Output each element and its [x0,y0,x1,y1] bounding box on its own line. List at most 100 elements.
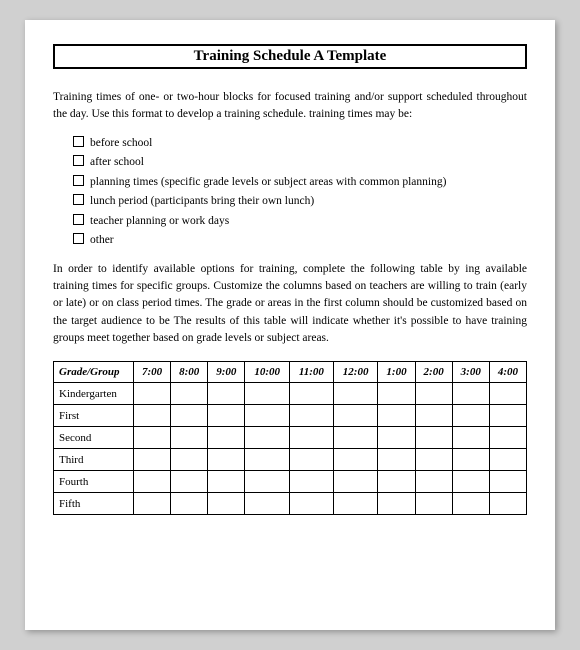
schedule-cell [208,471,245,493]
checklist-item: other [73,231,527,251]
schedule-cell [171,471,208,493]
grade-label-cell: Second [54,427,134,449]
schedule-cell [415,449,452,471]
schedule-cell [171,427,208,449]
table-header-cell: 12:00 [333,362,378,383]
schedule-cell [208,493,245,515]
checkbox-icon [73,155,84,166]
table-header: Grade/Group7:008:009:0010:0011:0012:001:… [54,362,527,383]
schedule-cell [378,449,415,471]
checklist-item: after school [73,153,527,173]
checklist-item: planning times (specific grade levels or… [73,173,527,193]
table-header-cell: 3:00 [452,362,489,383]
schedule-cell [415,471,452,493]
schedule-cell [415,427,452,449]
table-row: Fourth [54,471,527,493]
schedule-cell [171,405,208,427]
schedule-cell [134,427,171,449]
checklist-item-label: after school [90,153,144,173]
table-header-cell: 8:00 [171,362,208,383]
table-row: Fifth [54,493,527,515]
table-body: KindergartenFirstSecondThirdFourthFifth [54,383,527,515]
schedule-cell [333,405,378,427]
table-header-cell: 9:00 [208,362,245,383]
schedule-cell [378,383,415,405]
schedule-cell [378,405,415,427]
checklist-item-label: lunch period (participants bring their o… [90,192,314,212]
table-row: First [54,405,527,427]
schedule-cell [290,405,334,427]
schedule-cell [378,427,415,449]
schedule-cell [489,405,526,427]
schedule-cell [134,471,171,493]
schedule-cell [171,449,208,471]
checkbox-icon [73,214,84,225]
schedule-cell [489,449,526,471]
schedule-cell [171,383,208,405]
schedule-cell [378,471,415,493]
schedule-cell [333,449,378,471]
schedule-cell [452,471,489,493]
schedule-cell [378,493,415,515]
schedule-cell [245,449,290,471]
schedule-cell [134,493,171,515]
document-page: Training Schedule A Template Training ti… [25,20,555,630]
table-header-cell: 11:00 [290,362,334,383]
checkbox-icon [73,175,84,186]
schedule-cell [333,427,378,449]
intro-text: Training times of one- or two-hour block… [53,89,527,124]
schedule-cell [134,383,171,405]
schedule-cell [245,471,290,493]
checkbox-icon [73,194,84,205]
checklist-item: before school [73,134,527,154]
schedule-cell [134,449,171,471]
schedule-cell [290,449,334,471]
document-title: Training Schedule A Template [53,44,527,69]
schedule-cell [290,427,334,449]
checklist-item: lunch period (participants bring their o… [73,192,527,212]
schedule-cell [245,405,290,427]
schedule-cell [452,427,489,449]
schedule-cell [452,383,489,405]
table-header-cell: 4:00 [489,362,526,383]
schedule-cell [415,383,452,405]
schedule-cell [245,383,290,405]
title-section: Training Schedule A Template [53,44,527,79]
schedule-cell [489,493,526,515]
schedule-cell [489,427,526,449]
schedule-cell [171,493,208,515]
schedule-cell [333,493,378,515]
checklist-item-label: planning times (specific grade levels or… [90,173,446,193]
schedule-cell [245,427,290,449]
schedule-cell [452,449,489,471]
schedule-cell [333,383,378,405]
checklist-item-label: other [90,231,114,251]
table-header-cell: 10:00 [245,362,290,383]
schedule-cell [452,493,489,515]
table-header-cell: 2:00 [415,362,452,383]
body-text: In order to identify available options f… [53,261,527,347]
schedule-cell [290,471,334,493]
schedule-cell [489,471,526,493]
checklist-item-label: before school [90,134,152,154]
checkbox-icon [73,136,84,147]
schedule-cell [134,405,171,427]
table-row: Kindergarten [54,383,527,405]
schedule-cell [290,383,334,405]
table-row: Second [54,427,527,449]
schedule-cell [415,405,452,427]
schedule-cell [415,493,452,515]
grade-label-cell: First [54,405,134,427]
schedule-cell [333,471,378,493]
grade-label-cell: Third [54,449,134,471]
grade-label-cell: Kindergarten [54,383,134,405]
table-header-cell: 7:00 [134,362,171,383]
header-row: Grade/Group7:008:009:0010:0011:0012:001:… [54,362,527,383]
schedule-cell [208,383,245,405]
grade-label-cell: Fourth [54,471,134,493]
schedule-table: Grade/Group7:008:009:0010:0011:0012:001:… [53,361,527,515]
schedule-cell [208,427,245,449]
schedule-cell [452,405,489,427]
checklist-item: teacher planning or work days [73,212,527,232]
table-header-cell: 1:00 [378,362,415,383]
